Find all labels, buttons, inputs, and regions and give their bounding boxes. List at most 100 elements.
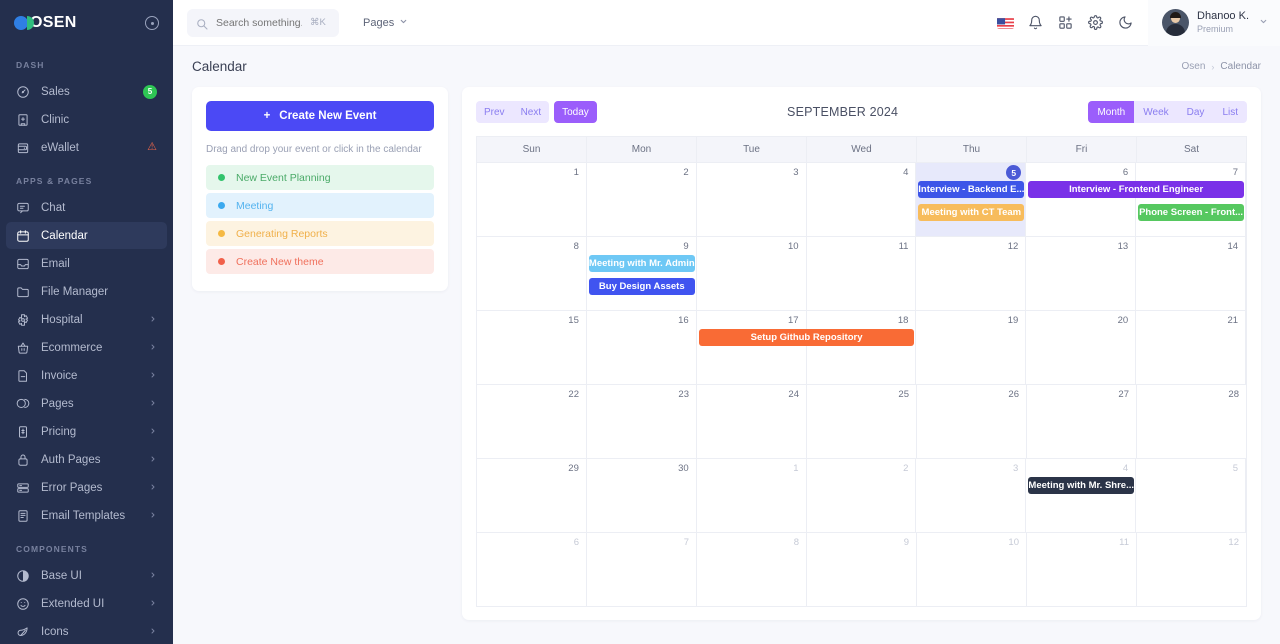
calendar-day-cell[interactable]: 22 <box>477 385 587 458</box>
calendar-day-cell[interactable]: 26 <box>917 385 1027 458</box>
calendar-day-cell[interactable]: 5 <box>1136 459 1247 532</box>
view-button-day[interactable]: Day <box>1177 101 1214 123</box>
sidebar-item-sales[interactable]: Sales 5 <box>6 78 167 105</box>
sidebar-item-file-manager[interactable]: File Manager <box>6 278 167 305</box>
calendar-day-cell[interactable]: 12 <box>1137 533 1246 606</box>
sidebar-item-ecommerce[interactable]: Ecommerce <box>6 334 167 361</box>
calendar-day-cell[interactable]: 1 <box>477 163 587 236</box>
event-filter-new-event-planning[interactable]: New Event Planning <box>206 165 434 190</box>
calendar-day-cell[interactable]: 23 <box>587 385 697 458</box>
calendar-day-cell[interactable]: 5 <box>916 163 1027 236</box>
calendar-day-cell[interactable]: 9 <box>587 237 697 310</box>
prev-button[interactable]: Prev <box>476 101 513 123</box>
calendar-day-cell[interactable]: 4 <box>1026 459 1137 532</box>
search-input[interactable] <box>216 16 302 29</box>
create-new-event-button[interactable]: + Create New Event <box>206 101 434 131</box>
calendar-day-cell[interactable]: 15 <box>477 311 587 384</box>
calendar-day-cell[interactable]: 7 <box>1136 163 1247 236</box>
calendar-day-cell[interactable]: 3 <box>697 163 807 236</box>
calendar-day-cell[interactable]: 11 <box>1027 533 1137 606</box>
moon-icon[interactable] <box>1110 0 1140 46</box>
sidebar-item-error-pages[interactable]: Error Pages <box>6 474 167 501</box>
circle-dot-icon[interactable] <box>145 16 159 30</box>
calendar-event[interactable]: Interview - Backend E... <box>918 181 1025 198</box>
sidebar-item-label: Ecommerce <box>41 341 103 354</box>
calendar-event[interactable]: Meeting with Mr. Shre... <box>1028 477 1135 494</box>
chevron-right-icon <box>149 627 157 637</box>
sidebar-item-base-ui[interactable]: Base UI <box>6 562 167 589</box>
calendar-day-cell[interactable]: 20 <box>1026 311 1137 384</box>
sidebar-item-calendar[interactable]: Calendar <box>6 222 167 249</box>
calendar-event[interactable]: Interview - Frontend Engineer <box>1028 181 1244 198</box>
calendar-day-cell[interactable]: 2 <box>587 163 697 236</box>
day-number: 19 <box>1007 315 1019 326</box>
calendar-day-cell[interactable]: 8 <box>477 237 587 310</box>
calendar-day-cell[interactable]: 6 <box>477 533 587 606</box>
view-button-month[interactable]: Month <box>1088 101 1135 123</box>
wallet-icon <box>16 141 30 155</box>
sidebar-item-chat[interactable]: Chat <box>6 194 167 221</box>
calendar-day-cell[interactable]: 6 <box>1026 163 1137 236</box>
breadcrumb-root[interactable]: Osen <box>1182 61 1206 72</box>
grid-plus-icon[interactable] <box>1050 0 1080 46</box>
calendar-day-cell[interactable]: 9 <box>807 533 917 606</box>
calendar-event[interactable]: Meeting with CT Team <box>918 204 1025 221</box>
calendar-day-cell[interactable]: 7 <box>587 533 697 606</box>
calendar-day-cell[interactable]: 4 <box>807 163 917 236</box>
brand-logo[interactable]: OSEN <box>14 14 77 32</box>
calendar-day-cell[interactable]: 30 <box>587 459 697 532</box>
calendar-event[interactable]: Setup Github Repository <box>698 329 915 346</box>
next-button[interactable]: Next <box>512 101 550 123</box>
event-filter-meeting[interactable]: Meeting <box>206 193 434 218</box>
calendar-event[interactable]: Buy Design Assets <box>588 278 695 295</box>
calendar-day-cell[interactable]: 11 <box>807 237 917 310</box>
sidebar-item-auth-pages[interactable]: Auth Pages <box>6 446 167 473</box>
calendar-day-cell[interactable]: 21 <box>1136 311 1247 384</box>
sidebar-item-invoice[interactable]: Invoice <box>6 362 167 389</box>
flag-us-icon[interactable] <box>990 0 1020 46</box>
calendar-day-cell[interactable]: 24 <box>697 385 807 458</box>
calendar-day-cell[interactable]: 18 <box>807 311 917 384</box>
sidebar-item-email[interactable]: Email <box>6 250 167 277</box>
sidebar-item-hospital[interactable]: Hospital <box>6 306 167 333</box>
event-filter-create-new-theme[interactable]: Create New theme <box>206 249 434 274</box>
sidebar-item-icons[interactable]: Icons <box>6 618 167 644</box>
today-button[interactable]: Today <box>554 101 597 123</box>
calendar-day-cell[interactable]: 10 <box>697 237 807 310</box>
sidebar-item-email-templates[interactable]: Email Templates <box>6 502 167 529</box>
profile-menu[interactable]: Dhanoo K. Premium <box>1148 0 1280 46</box>
sidebar-item-pages[interactable]: Pages <box>6 390 167 417</box>
calendar-day-cell[interactable]: 13 <box>1026 237 1137 310</box>
calendar-day-cell[interactable]: 29 <box>477 459 587 532</box>
calendar-day-cell[interactable]: 2 <box>807 459 917 532</box>
calendar-event[interactable]: Meeting with Mr. Admin <box>588 255 695 272</box>
search-box[interactable]: ⌘K <box>187 8 339 37</box>
page-header: Calendar Osen › Calendar <box>173 46 1280 87</box>
calendar-day-cell[interactable]: 27 <box>1027 385 1137 458</box>
gear-icon[interactable] <box>1080 0 1110 46</box>
calendar-day-cell[interactable]: 8 <box>697 533 807 606</box>
sidebar-item-label: Icons <box>41 625 69 638</box>
calendar-day-cell[interactable]: 1 <box>697 459 807 532</box>
event-filter-list: New Event Planning Meeting Generating Repo… <box>206 165 434 274</box>
calendar-day-cell[interactable]: 19 <box>916 311 1027 384</box>
bell-icon[interactable] <box>1020 0 1050 46</box>
calendar-day-cell[interactable]: 12 <box>916 237 1027 310</box>
calendar-event[interactable]: Phone Screen - Front... <box>1138 204 1244 221</box>
calendar-day-cell[interactable]: 16 <box>587 311 697 384</box>
calendar-day-cell[interactable]: 3 <box>916 459 1027 532</box>
calendar-day-cell[interactable]: 28 <box>1137 385 1246 458</box>
sidebar-item-extended-ui[interactable]: Extended UI <box>6 590 167 617</box>
view-button-week[interactable]: Week <box>1134 101 1178 123</box>
sidebar-item-ewallet[interactable]: eWallet ⚠ <box>6 134 167 161</box>
sidebar-item-pricing[interactable]: Pricing <box>6 418 167 445</box>
calendar-day-cell[interactable]: 14 <box>1136 237 1247 310</box>
event-filter-generating-reports[interactable]: Generating Reports <box>206 221 434 246</box>
calendar-day-cell[interactable]: 10 <box>917 533 1027 606</box>
calendar-day-cell[interactable]: 25 <box>807 385 917 458</box>
view-button-list[interactable]: List <box>1213 101 1247 123</box>
day-number: 18 <box>897 315 909 326</box>
sidebar-item-clinic[interactable]: Clinic <box>6 106 167 133</box>
pages-dropdown[interactable]: Pages <box>363 17 408 29</box>
calendar-day-cell[interactable]: 17 <box>697 311 807 384</box>
